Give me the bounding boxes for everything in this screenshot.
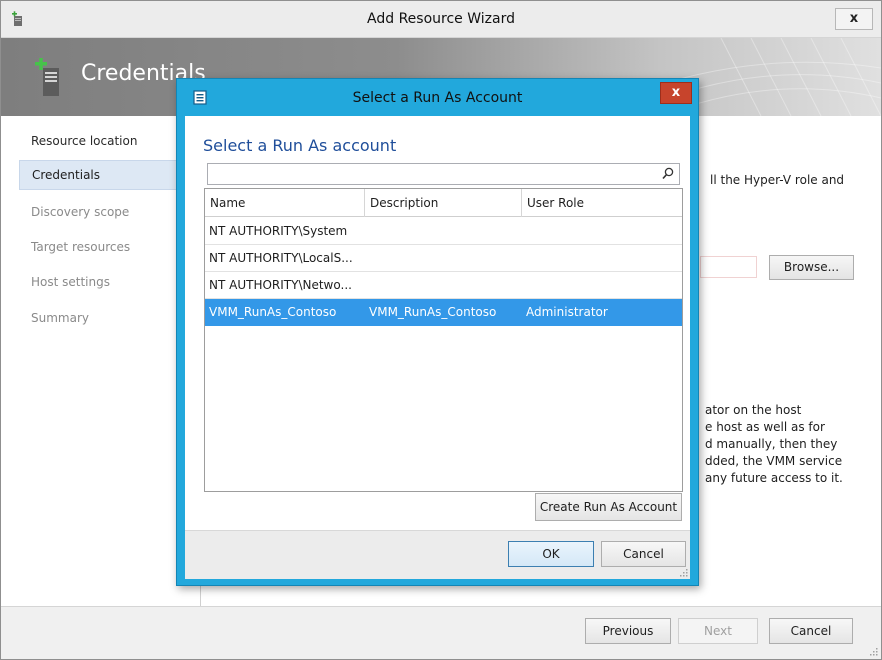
cancel-button[interactable]: Cancel — [769, 618, 853, 644]
nav-step-host-settings[interactable]: Host settings — [19, 267, 201, 297]
dialog-title: Select a Run As Account — [352, 90, 523, 106]
wizard-footer: Previous Next Cancel — [1, 606, 881, 659]
create-run-as-account-button[interactable]: Create Run As Account — [535, 493, 682, 521]
dialog-title-bar: Select a Run As Account x — [177, 79, 698, 116]
previous-button[interactable]: Previous — [585, 618, 671, 644]
cell-role — [522, 272, 682, 298]
credentials-note-line: e host as well as for — [705, 420, 825, 434]
table-row-selected[interactable]: VMM_RunAs_Contoso VMM_RunAs_Contoso Admi… — [205, 299, 682, 326]
table-row[interactable]: NT AUTHORITY\LocalS... — [205, 245, 682, 272]
dialog-body: Select a Run As account Name Description… — [185, 116, 690, 579]
dialog-heading: Select a Run As account — [203, 136, 397, 155]
nav-step-discovery-scope[interactable]: Discovery scope — [19, 197, 201, 227]
dialog-footer: OK Cancel — [185, 530, 690, 579]
cell-description — [365, 272, 522, 298]
wizard-title: Add Resource Wizard — [367, 11, 515, 27]
cell-role — [522, 218, 682, 244]
credentials-note-line: dded, the VMM service — [705, 454, 843, 468]
dialog-cancel-button[interactable]: Cancel — [601, 541, 686, 567]
column-header-description[interactable]: Description — [365, 189, 522, 217]
cell-description: VMM_RunAs_Contoso — [369, 305, 497, 319]
cell-name: NT AUTHORITY\Netwo... — [209, 278, 352, 292]
search-box[interactable] — [207, 163, 680, 185]
cell-name: VMM_RunAs_Contoso — [209, 305, 337, 319]
next-button[interactable]: Next — [678, 618, 758, 644]
column-header-name[interactable]: Name — [205, 189, 365, 217]
cell-name: NT AUTHORITY\LocalS... — [209, 251, 353, 265]
credentials-note-line: d manually, then they — [705, 437, 838, 451]
cell-description — [365, 218, 522, 244]
cell-role — [522, 245, 682, 271]
credentials-note-line: any future access to it. — [705, 471, 843, 485]
nav-step-credentials[interactable]: Credentials — [19, 160, 201, 190]
run-as-dialog: Select a Run As Account x Select a Run A… — [176, 78, 699, 586]
credentials-description: ll the Hyper-V role and — [710, 173, 845, 187]
wizard-close-button[interactable]: x — [835, 8, 873, 30]
grid-header: Name Description User Role — [205, 189, 682, 217]
search-icon[interactable] — [662, 167, 674, 180]
wizard-title-bar: Add Resource Wizard x — [1, 1, 881, 38]
dialog-resize-grip-icon[interactable] — [678, 567, 688, 577]
cell-description — [365, 245, 522, 271]
column-header-user-role[interactable]: User Role — [522, 189, 682, 217]
nav-step-target-resources[interactable]: Target resources — [19, 232, 201, 262]
ok-button[interactable]: OK — [508, 541, 594, 567]
resize-grip-icon[interactable] — [868, 646, 878, 656]
cell-name: NT AUTHORITY\System — [209, 224, 348, 238]
browse-button[interactable]: Browse... — [769, 255, 854, 280]
dialog-close-button[interactable]: x — [660, 82, 692, 104]
nav-step-resource-location[interactable]: Resource location — [19, 126, 201, 156]
nav-step-summary[interactable]: Summary — [19, 303, 201, 333]
table-row[interactable]: NT AUTHORITY\Netwo... — [205, 272, 682, 299]
server-add-icon — [35, 58, 59, 96]
run-as-account-field[interactable] — [700, 256, 757, 278]
cell-role: Administrator — [526, 305, 608, 319]
search-input[interactable] — [210, 165, 650, 183]
wizard-step-nav: Resource location Credentials Discovery … — [1, 116, 201, 606]
run-as-accounts-grid: Name Description User Role NT AUTHORITY\… — [204, 188, 683, 492]
credentials-note: ator on the host e host as well as for d… — [705, 402, 881, 487]
credentials-note-line: ator on the host — [705, 403, 802, 417]
table-row[interactable]: NT AUTHORITY\System — [205, 218, 682, 245]
